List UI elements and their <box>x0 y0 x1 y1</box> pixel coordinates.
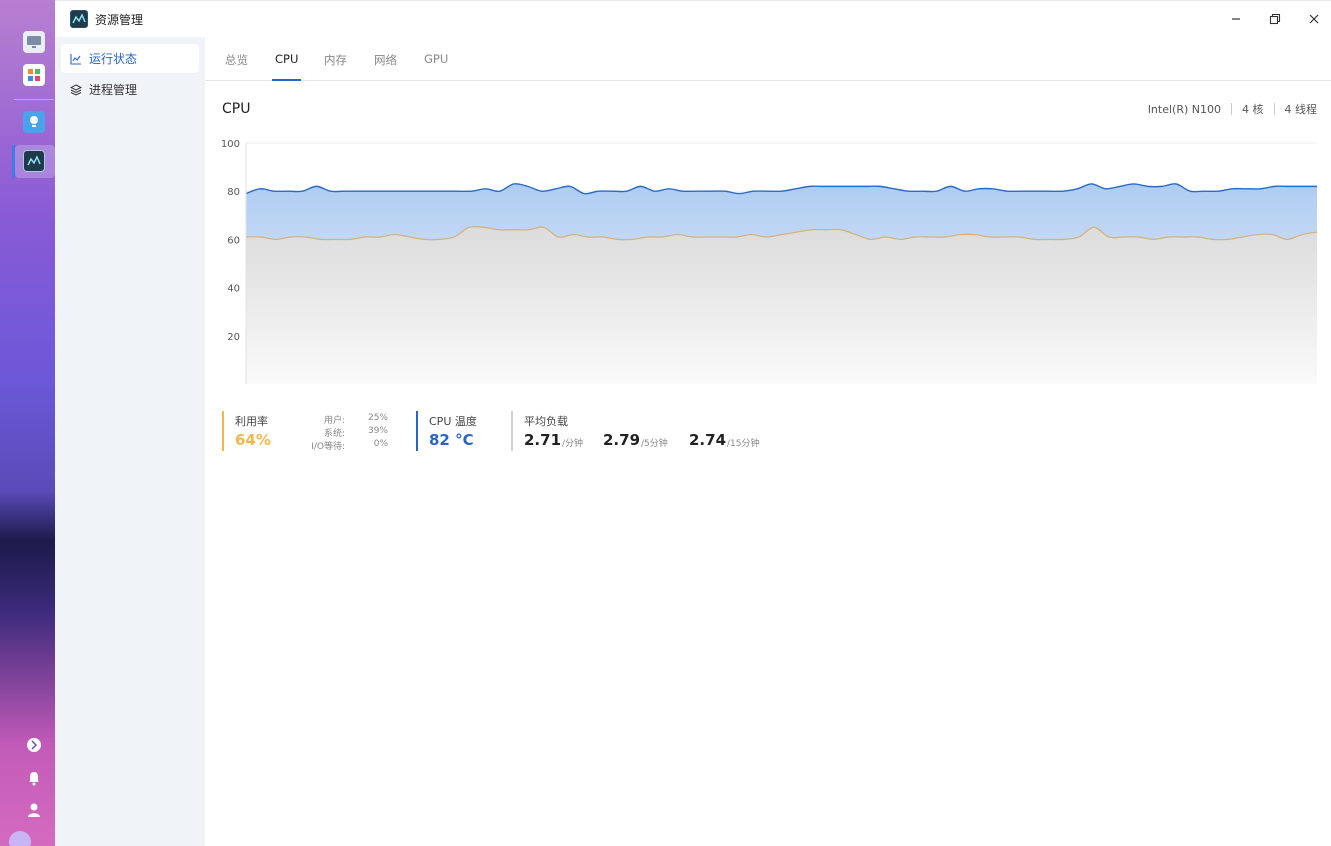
tab-network[interactable]: 网络 <box>374 52 397 68</box>
cpu-temp-stat: CPU 温度 82 °C <box>416 411 506 451</box>
iowait-label: I/O等待: <box>311 442 345 452</box>
cpu-chart: 100 80 60 40 20 <box>205 132 1331 392</box>
maximize-button[interactable] <box>1265 9 1285 29</box>
cpu-specs: Intel(R) N100 4 核 4 线程 <box>1148 101 1317 117</box>
tab-bar: 总览 CPU 内存 网络 GPU <box>205 37 1331 81</box>
tab-memory[interactable]: 内存 <box>324 52 347 68</box>
system-label: 系统: <box>323 429 345 439</box>
desktop-dock <box>0 0 55 846</box>
minimize-icon <box>1232 18 1240 20</box>
dock-active-indicator <box>12 145 15 178</box>
load-5min-unit: /5分钟 <box>641 439 668 449</box>
load-1min-unit: /分钟 <box>562 439 584 449</box>
usage-stat-bar <box>222 411 224 451</box>
layers-icon <box>69 83 83 97</box>
usage-value: 64% <box>235 431 271 449</box>
sidebar-item-label: 运行状态 <box>89 52 138 66</box>
system-value: 39% <box>367 426 388 436</box>
cpu-secondary-series-area <box>246 226 1317 384</box>
user-value: 25% <box>367 413 388 423</box>
minimize-button[interactable] <box>1226 9 1246 29</box>
user-icon[interactable] <box>26 802 42 818</box>
load-stat-bar <box>511 411 513 451</box>
settings-orb-icon[interactable] <box>8 830 32 846</box>
tab-cpu[interactable]: CPU <box>275 52 298 66</box>
load-average-stat: 平均负载 2.71 /分钟 2.79 /5分钟 2.74 /15分钟 <box>511 411 781 451</box>
y-tick-label: 20 <box>227 332 240 343</box>
load-1min-value: 2.71 <box>524 431 562 449</box>
close-button[interactable] <box>1304 9 1324 29</box>
cpu-cores: 4 核 <box>1242 103 1264 116</box>
close-icon <box>1309 14 1319 24</box>
sidebar-item-running-status[interactable]: 运行状态 <box>61 44 199 73</box>
dock-divider <box>14 99 54 100</box>
bell-icon[interactable] <box>26 770 42 786</box>
load-15min-value: 2.74 <box>689 431 727 449</box>
restore-icon <box>1269 13 1281 25</box>
cpu-chart-svg: 100 80 60 40 20 <box>221 139 1318 384</box>
sidebar-item-label: 进程管理 <box>89 83 138 97</box>
load-5min-value: 2.79 <box>603 431 641 449</box>
y-tick-label: 60 <box>227 235 240 246</box>
y-tick-label: 80 <box>227 187 240 198</box>
active-tab-underline <box>272 79 301 81</box>
y-tick-label: 100 <box>221 139 240 150</box>
temp-value: 82 °C <box>429 431 474 449</box>
cpu-model: Intel(R) N100 <box>1147 102 1221 116</box>
user-label: 用户: <box>323 416 345 426</box>
main-panel: 总览 CPU 内存 网络 GPU CPU Intel(R) N100 4 核 4… <box>205 37 1331 846</box>
usage-label: 利用率 <box>235 415 268 428</box>
window-title: 资源管理 <box>95 13 144 27</box>
tips-icon[interactable] <box>23 111 45 133</box>
resource-monitor-dock-icon[interactable] <box>23 150 45 172</box>
tab-overview[interactable]: 总览 <box>225 52 248 68</box>
iowait-value: 0% <box>373 439 388 449</box>
temp-label: CPU 温度 <box>429 415 477 428</box>
app-center-icon[interactable] <box>23 64 45 86</box>
load-15min-unit: /15分钟 <box>727 439 760 449</box>
cpu-section-title: CPU <box>222 101 251 117</box>
sidebar: 运行状态 进程管理 <box>55 37 205 846</box>
network-status-icon[interactable] <box>26 737 42 753</box>
usage-stat: 利用率 64% 用户: 25% 系统: 39% I/O等待: 0% <box>222 411 392 452</box>
temp-stat-bar <box>416 411 418 451</box>
cpu-threads: 4 线程 <box>1284 103 1318 116</box>
tab-gpu[interactable]: GPU <box>424 52 448 66</box>
desktop-icon[interactable] <box>23 31 45 53</box>
resource-monitor-app-icon <box>70 10 88 28</box>
line-chart-icon <box>69 52 83 66</box>
load-label: 平均负载 <box>524 415 568 428</box>
y-tick-label: 40 <box>227 284 240 295</box>
sidebar-item-process-management[interactable]: 进程管理 <box>61 75 199 104</box>
window-titlebar: 资源管理 <box>55 0 1331 37</box>
